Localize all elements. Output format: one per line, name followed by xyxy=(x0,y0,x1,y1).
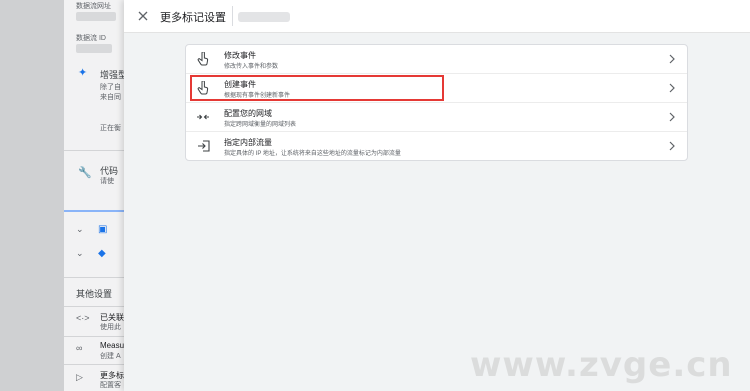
watermark: www.zvge.cn xyxy=(470,345,733,385)
divider xyxy=(64,364,124,365)
divider xyxy=(64,277,124,278)
measurement-desc: 创建 A xyxy=(100,353,121,360)
close-icon[interactable] xyxy=(134,7,152,25)
compress-arrows-icon xyxy=(196,110,210,124)
drawer-title: 更多标记设置 xyxy=(160,12,226,24)
row-title: 配置您的网域 xyxy=(224,109,272,118)
settings-list: 修改事件 修改传入事件和参数 创建事件 根据现有事件创建新事件 配置您的网域 指… xyxy=(185,44,688,161)
drawer-header: 更多标记设置 xyxy=(124,0,750,33)
row-desc: 指定具体的 IP 地址，让系统将来自这些地址的流量标记为内部流量 xyxy=(224,151,401,157)
label-icon: ▷ xyxy=(76,372,83,382)
data-stream-url-label: 数据流网址 xyxy=(76,3,111,10)
divider xyxy=(64,336,124,337)
row-desc: 指定跨网域衡量的网域列表 xyxy=(224,122,297,128)
chevron-right-icon xyxy=(667,140,677,152)
row-desc: 修改传入事件和参数 xyxy=(224,64,279,70)
define-internal-traffic-row[interactable]: 指定内部流量 指定具体的 IP 地址，让系统将来自这些地址的流量标记为内部流量 xyxy=(186,132,687,161)
linked-desc: 使用此 xyxy=(100,324,121,331)
other-settings-label: 其他设置 xyxy=(76,289,113,299)
chevron-down-icon[interactable]: ⌄ xyxy=(76,224,84,235)
header-divider xyxy=(232,6,233,26)
chevron-right-icon xyxy=(667,82,677,94)
enhanced-desc-1: 除了自 xyxy=(100,84,121,91)
touch-icon xyxy=(196,81,210,95)
chevron-down-icon[interactable]: ⌄ xyxy=(76,248,84,259)
chevron-right-icon xyxy=(667,111,677,123)
enhanced-status: 正在衡 xyxy=(100,125,121,132)
stream-name xyxy=(238,12,290,22)
active-indicator xyxy=(64,210,124,212)
login-icon xyxy=(196,139,210,153)
modify-events-row[interactable]: 修改事件 修改传入事件和参数 xyxy=(186,45,687,74)
create-events-row[interactable]: 创建事件 根据现有事件创建新事件 xyxy=(186,74,687,103)
sparkle-icon: ✦ xyxy=(78,67,88,79)
divider xyxy=(64,306,124,307)
row-title: 修改事件 xyxy=(224,51,256,60)
diamond-icon: ◆ xyxy=(98,248,106,259)
row-title: 创建事件 xyxy=(224,80,256,89)
configure-domains-row[interactable]: 配置您的网域 指定跨网域衡量的网域列表 xyxy=(186,103,687,132)
row-desc: 根据现有事件创建新事件 xyxy=(224,93,291,99)
tag-manager-icon: ▣ xyxy=(98,224,108,235)
touch-icon xyxy=(196,52,210,66)
background-settings-panel: 数据流网址 数据流 ID ✦ 增强型 除了自 来自同 正在衡 🔧 代码 请使 ⌄… xyxy=(64,0,128,391)
enhanced-desc-2: 来自同 xyxy=(100,94,121,101)
data-stream-id-value xyxy=(76,44,112,53)
enhanced-measurement-label: 增强型 xyxy=(100,70,128,80)
link-icon: ∞ xyxy=(76,343,83,353)
more-tag-settings-drawer: 更多标记设置 修改事件 修改传入事件和参数 创建事件 根据现有事件创建新事件 配… xyxy=(124,0,750,391)
more-tag-desc: 配置客 xyxy=(100,382,121,389)
background-left-area xyxy=(0,0,64,391)
wrench-icon: 🔧 xyxy=(78,167,92,179)
data-stream-id-label: 数据流 ID xyxy=(76,35,106,42)
chevron-right-icon xyxy=(667,53,677,65)
code-arrows-icon: <·> xyxy=(76,313,90,323)
code-desc: 请使 xyxy=(100,178,114,185)
data-stream-url-value xyxy=(76,12,116,21)
divider xyxy=(64,150,124,151)
row-title: 指定内部流量 xyxy=(224,138,272,147)
measurement-label[interactable]: Measu xyxy=(100,341,124,350)
